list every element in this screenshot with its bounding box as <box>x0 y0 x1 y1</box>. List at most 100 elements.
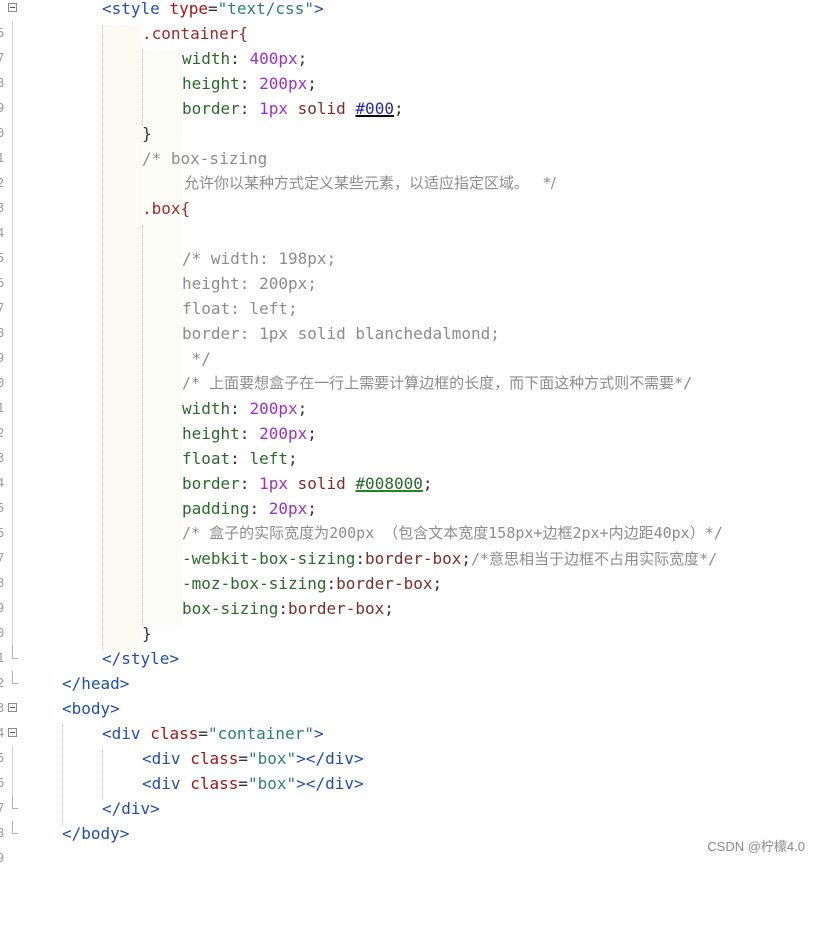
code-line[interactable]: 2 /* box-sizing <box>0 146 819 190</box>
code-line[interactable]: 3 height: 200px; <box>0 421 819 465</box>
color-swatch-value: #000 <box>355 99 394 118</box>
code-line[interactable]: 7 .container{ <box>0 21 819 65</box>
fold-line <box>12 471 13 496</box>
attr-value: "container" <box>208 724 314 743</box>
css-property: width <box>182 399 231 418</box>
css-value: 400px <box>249 49 298 68</box>
fold-line <box>12 571 13 596</box>
code-line[interactable]: 1 } <box>0 621 819 665</box>
color-swatch-value: #008000 <box>355 474 423 493</box>
fold-line <box>12 271 13 296</box>
css-selector: .container{ <box>142 24 248 43</box>
code-line[interactable]: 6 <style type="text/css"> <box>0 0 819 40</box>
code-line[interactable]: 7 <div class="box"></div> <box>0 771 819 815</box>
fold-line <box>12 421 13 446</box>
code-line[interactable]: 5 <box>0 221 819 265</box>
fold-end-marker <box>12 821 18 834</box>
css-value: 1px <box>259 474 288 493</box>
code-line[interactable]: 2 </style> <box>0 646 819 690</box>
code-line[interactable]: 6 <div class="box"></div> <box>0 746 819 790</box>
css-selector: .box{ <box>142 199 191 218</box>
fold-end-marker <box>12 796 18 809</box>
attr-value: "box" <box>248 749 297 768</box>
tag-name: body <box>71 699 111 718</box>
attr-name: class <box>190 749 239 768</box>
code-line[interactable]: 9 border: 1px solid blanchedalmond; <box>0 321 819 365</box>
css-property: border <box>182 99 240 118</box>
fold-toggle-icon[interactable] <box>8 728 17 737</box>
comment: /* width: 198px; <box>182 249 337 268</box>
css-value: left <box>249 449 288 468</box>
code-line[interactable]: 9 height: 200px; <box>0 71 819 115</box>
code-line[interactable]: 8 width: 400px; <box>0 46 819 90</box>
tag-name: div <box>151 749 181 768</box>
code-line[interactable]: 5 <div class="container"> <box>0 721 819 765</box>
css-value: 1px <box>259 99 288 118</box>
css-value: border-box <box>287 599 385 618</box>
code-line[interactable]: 0 border: 1px solid #000; <box>0 96 819 140</box>
fold-end-marker <box>12 671 18 684</box>
css-property: float <box>182 449 231 468</box>
code-line[interactable]: 8 float: left; <box>0 296 819 340</box>
comment: /* 盒子的实际宽度为200px （包含文本宽度158px+边框2px+内边距4… <box>182 524 723 542</box>
code-line[interactable]: 8 -webkit-box-sizing:border-box;/*意思相当于边… <box>0 546 819 590</box>
fold-toggle-icon[interactable] <box>8 3 17 12</box>
comment: /* box-sizing <box>142 149 268 168</box>
line-number: 9 <box>0 851 5 865</box>
css-value: 200px <box>259 424 308 443</box>
code-line[interactable]: 4 float: left; <box>0 446 819 490</box>
code-line[interactable]: 3 </head> <box>0 671 819 715</box>
css-property: padding <box>182 499 250 518</box>
comment: border: 1px solid blanchedalmond; <box>182 324 500 343</box>
fold-line <box>12 246 13 271</box>
fold-line <box>12 96 13 121</box>
code-line[interactable]: 1 } <box>0 121 819 165</box>
attr-name: class <box>150 724 199 743</box>
code-line[interactable]: 6 /* width: 198px; <box>0 246 819 290</box>
fold-line <box>12 146 13 171</box>
attr-value: "box" <box>248 774 297 793</box>
css-value: 20px <box>268 499 308 518</box>
fold-toggle-icon[interactable] <box>8 703 17 712</box>
tag-name: div <box>111 724 141 743</box>
tag-name: style <box>111 0 160 18</box>
fold-line <box>12 321 13 346</box>
code-line[interactable]: 0 box-sizing:border-box; <box>0 596 819 640</box>
code-line[interactable]: 7 /* 盒子的实际宽度为200px （包含文本宽度158px+边框2px+内边… <box>0 521 819 565</box>
tag-name: div <box>325 774 354 793</box>
fold-line <box>12 71 13 96</box>
fold-line <box>12 121 13 146</box>
fold-line <box>12 396 13 421</box>
comment: /*意思相当于边框不占用实际宽度*/ <box>471 550 718 568</box>
code-line[interactable]: 5 border: 1px solid #008000; <box>0 471 819 515</box>
code-line[interactable]: 0 */ <box>0 346 819 390</box>
css-property: box-sizing <box>182 599 279 618</box>
code-line[interactable]: 4 <body> <box>0 696 819 740</box>
code-line[interactable]: 2 width: 200px; <box>0 396 819 440</box>
code-line[interactable]: 9 </body> <box>0 821 819 865</box>
comment: /* 上面要想盒子在一行上需要计算边框的长度，而下面这种方式则不需要*/ <box>182 374 693 392</box>
css-property: height <box>182 74 240 93</box>
attr-value: "text/css" <box>217 0 314 18</box>
tag-name: div <box>121 799 151 818</box>
code-line[interactable]: 4 .box{ <box>0 196 819 240</box>
code-line[interactable]: 8 </div> <box>0 796 819 840</box>
css-value: 200px <box>249 399 298 418</box>
comment: height: 200px; <box>182 274 317 293</box>
css-property: border <box>182 474 240 493</box>
css-keyword: solid <box>297 99 346 118</box>
code-line[interactable]: 7 height: 200px; <box>0 271 819 315</box>
code-line[interactable]: 1 /* 上面要想盒子在一行上需要计算边框的长度，而下面这种方式则不需要*/ <box>0 371 819 415</box>
tag-name: style <box>121 649 170 668</box>
fold-line <box>12 496 13 521</box>
code-line[interactable]: 3 允许你以某种方式定义某些元素，以适应指定区域。 */ <box>0 171 819 215</box>
fold-line <box>12 296 13 321</box>
code-line[interactable]: 9 -moz-box-sizing:border-box; <box>0 571 819 615</box>
code-line[interactable]: 6 padding: 20px; <box>0 496 819 540</box>
tag-name: body <box>81 824 120 843</box>
fold-line <box>12 596 13 621</box>
code-editor[interactable]: 6 <style type="text/css"> 7 .container{ … <box>0 0 819 865</box>
fold-end-marker <box>12 646 18 659</box>
fold-line <box>12 46 13 71</box>
css-keyword: solid <box>297 474 346 493</box>
